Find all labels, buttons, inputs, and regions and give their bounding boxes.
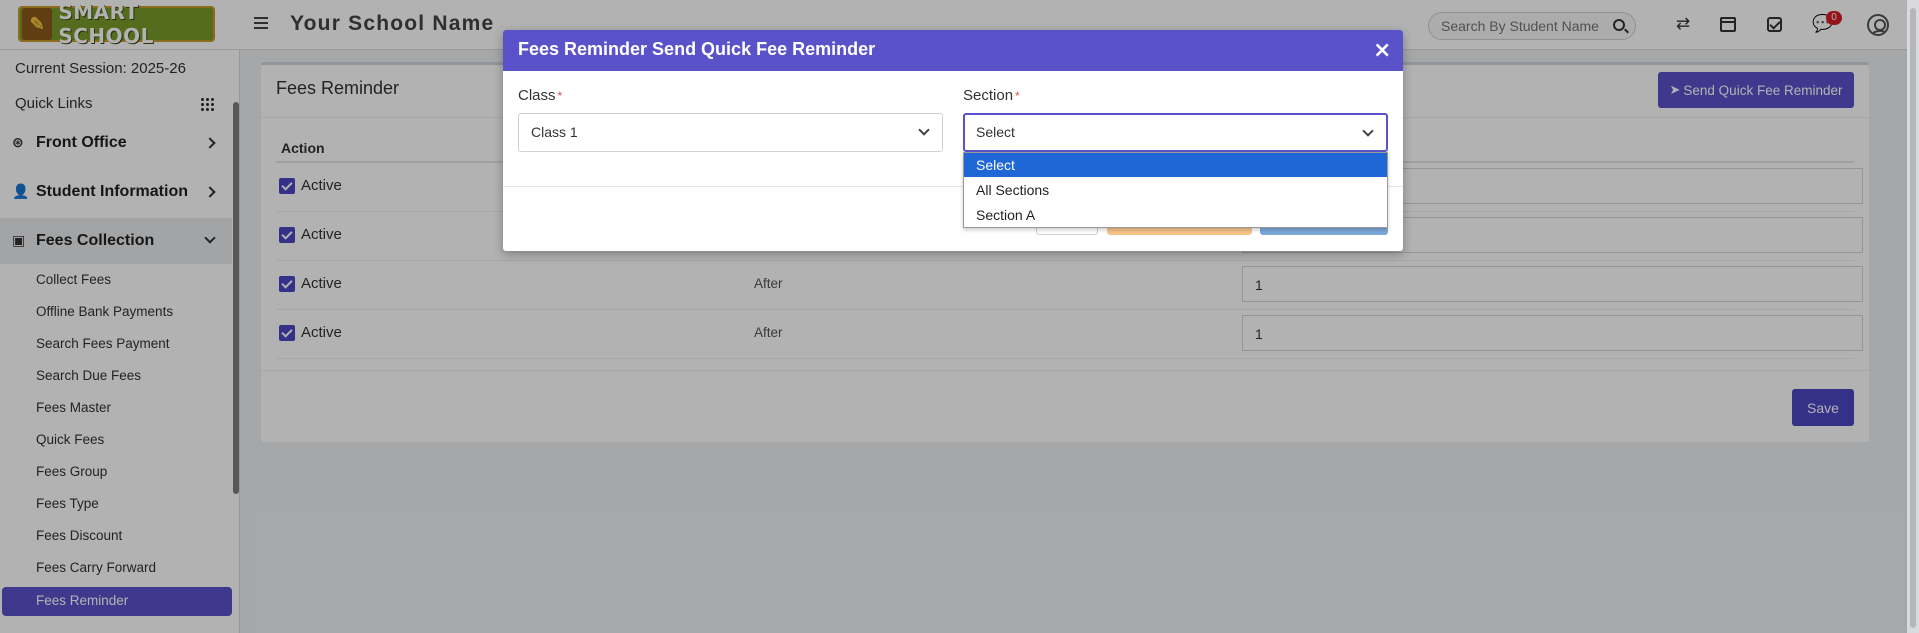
dropdown-option[interactable]: Section A (964, 203, 1387, 227)
section-select[interactable]: Select (963, 113, 1388, 152)
dropdown-option[interactable]: Select (964, 153, 1387, 177)
label-text: Class (518, 87, 556, 104)
label-text: Section (963, 87, 1014, 104)
dropdown-option[interactable]: All Sections (964, 178, 1387, 202)
page-scrollbar[interactable] (1907, 0, 1919, 633)
modal-title: Fees Reminder Send Quick Fee Reminder (518, 39, 876, 59)
modal-header: Fees Reminder Send Quick Fee Reminder × (503, 30, 1403, 71)
close-icon[interactable]: × (1373, 38, 1391, 63)
required-mark: * (1015, 89, 1020, 103)
section-dropdown-list: Select All Sections Section A (963, 152, 1388, 228)
select-value: Select (976, 124, 1015, 140)
required-mark: * (557, 89, 563, 103)
class-select[interactable]: Class 1 (518, 113, 943, 152)
select-value: Class 1 (531, 124, 578, 140)
class-label: Class * (518, 87, 562, 104)
chevron-down-icon (1362, 125, 1374, 137)
section-label: Section * (963, 87, 1020, 104)
chevron-down-icon (918, 124, 930, 136)
